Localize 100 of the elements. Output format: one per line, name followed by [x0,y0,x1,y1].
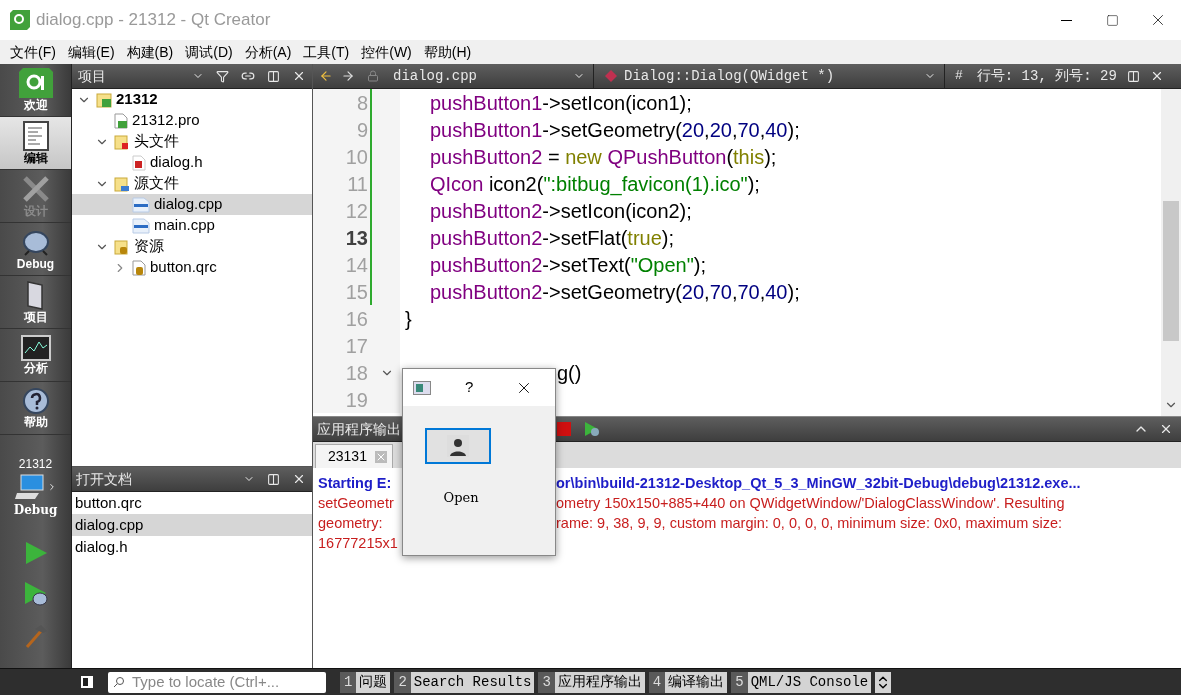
tree-item[interactable]: 源文件 [72,173,312,194]
folder-icon [114,175,130,192]
run-icon[interactable] [23,541,48,565]
tree-item[interactable]: dialog.cpp [72,194,312,215]
chart-monitor-icon [20,335,51,361]
code-line: pushButton2->setIcon(icon2); [430,198,692,224]
tree-item-label: dialog.cpp [154,194,223,215]
line-number: 10 [344,144,368,170]
help-icon [21,387,50,415]
mode-label: 欢迎 [23,98,48,112]
tree-item-label: dialog.h [150,152,203,173]
document-icon [21,121,50,151]
tree-item-label: 21312 [116,89,158,110]
line-number: 18 [344,360,368,386]
scroll-arrows-icon[interactable] [875,671,892,693]
mode-tab[interactable]: 编辑 [0,117,71,170]
help-button[interactable]: ? [465,376,474,399]
mode-tab[interactable]: 欢迎 [0,64,71,117]
output-text: 16777215x1 [318,535,398,551]
mode-tab[interactable]: 帮助 [0,382,71,435]
output-text: geometry: [318,515,383,531]
mode-label: 分析 [23,361,48,375]
debug-run-icon[interactable] [22,581,49,607]
file-selector[interactable]: dialog.cpp [393,65,573,87]
code-line: pushButton1->setIcon(icon1); [430,90,692,116]
cpp-file-icon [132,196,150,213]
mode-label: Debug [16,257,55,271]
hash-label: # [955,67,963,86]
tree-item-label: 源文件 [134,173,179,194]
mode-label: 帮助 [23,415,48,429]
split-icon[interactable] [1126,69,1140,83]
tree-item[interactable]: 21312.pro [72,110,312,131]
pro-file-icon [114,112,128,129]
menu-item[interactable]: 编辑(E) [61,41,121,63]
minimize-icon [1060,19,1072,21]
computer-icon[interactable] [14,473,47,501]
code-line: g() [557,360,582,386]
link-icon[interactable] [241,69,255,83]
qt-logo-icon [10,10,30,30]
tree-item[interactable]: dialog.h [72,152,312,173]
line-number: 12 [344,198,368,224]
header-file-icon [132,154,146,171]
tree-item[interactable]: main.cpp [72,215,312,236]
mode-tab[interactable]: 项目 [0,276,71,329]
function-symbol-icon [604,69,618,83]
output-text: setGeometr [318,495,394,511]
tree-item-label: main.cpp [154,215,215,236]
lock-icon[interactable] [367,70,379,82]
split-icon[interactable] [267,472,280,486]
panel-title: 打开文档 [75,469,132,489]
line-number: 14 [344,252,368,278]
close-icon[interactable] [1159,422,1173,436]
line-number: 13 [344,225,368,251]
split-icon[interactable] [267,69,280,83]
cpp-file-icon [132,217,150,234]
menu-item[interactable]: 调试(D) [179,41,239,63]
kit-config-label: Debug [13,502,58,519]
mode-tab[interactable]: 分析 [0,329,71,382]
code-line: QIcon icon2(":bitbug_favicon(1).ico"); [430,171,760,198]
menu-item[interactable]: 文件(F) [4,41,62,63]
open-button[interactable]: Open [443,488,479,508]
scrollbar[interactable] [1161,89,1181,416]
open-document-item[interactable]: button.qrc [72,492,312,514]
open-document-item[interactable]: dialog.cpp [72,514,312,536]
icon-push-button[interactable] [425,428,491,464]
open-document-item[interactable]: dialog.h [72,536,312,558]
qt-logo-icon [18,68,53,98]
menu-item[interactable]: 工具(T) [297,41,356,63]
tree-item[interactable]: 21312 [72,89,312,110]
sidebar-toggle-icon[interactable] [80,675,94,689]
menu-item[interactable]: 构建(B) [120,41,180,63]
output-text: rame: 9, 38, 9, 9, custom margin: 0, 0, 0, 0, minimum size: 0x0, maximum size: [556,514,1063,533]
line-number: 9 [355,117,368,143]
maximize-icon [1105,13,1119,27]
symbol-selector[interactable]: Dialog::Dialog(QWidget *) [624,65,924,87]
debug-run-icon[interactable] [584,421,600,437]
mode-tab[interactable]: Debug [0,223,71,276]
locate-field[interactable]: Type to locate (Ctrl+... [108,671,326,693]
menu-item[interactable]: 控件(W) [355,41,418,63]
filter-icon[interactable] [216,69,229,83]
tree-item[interactable]: 头文件 [72,131,312,152]
menu-item[interactable]: 帮助(H) [417,41,478,63]
output-text: or\bin\build-21312-Desktop_Qt_5_3_MinGW_32bit-Debug\debug\21312.exe... [556,474,1081,493]
mode-label: 项目 [23,310,48,324]
window-title: dialog.cpp - 21312 - Qt Creator [36,9,271,32]
tree-item[interactable]: button.qrc [72,257,312,278]
panel-title: 项目 [77,66,106,86]
output-tab[interactable]: 23131 [315,444,393,468]
tree-item-label: 21312.pro [132,110,200,131]
tree-item-label: 资源 [134,236,164,257]
output-text: Starting E: [318,475,392,491]
tree-item[interactable]: 资源 [72,236,312,257]
close-icon[interactable] [292,472,306,486]
line-number: 15 [344,279,368,305]
line-number: 19 [344,387,368,413]
code-line: pushButton2 = new QPushButton(this); [430,144,777,170]
tree-item-label: 头文件 [134,131,179,152]
close-icon[interactable] [292,69,306,83]
window-icon [413,380,431,395]
menu-item[interactable]: 分析(A) [238,41,298,63]
